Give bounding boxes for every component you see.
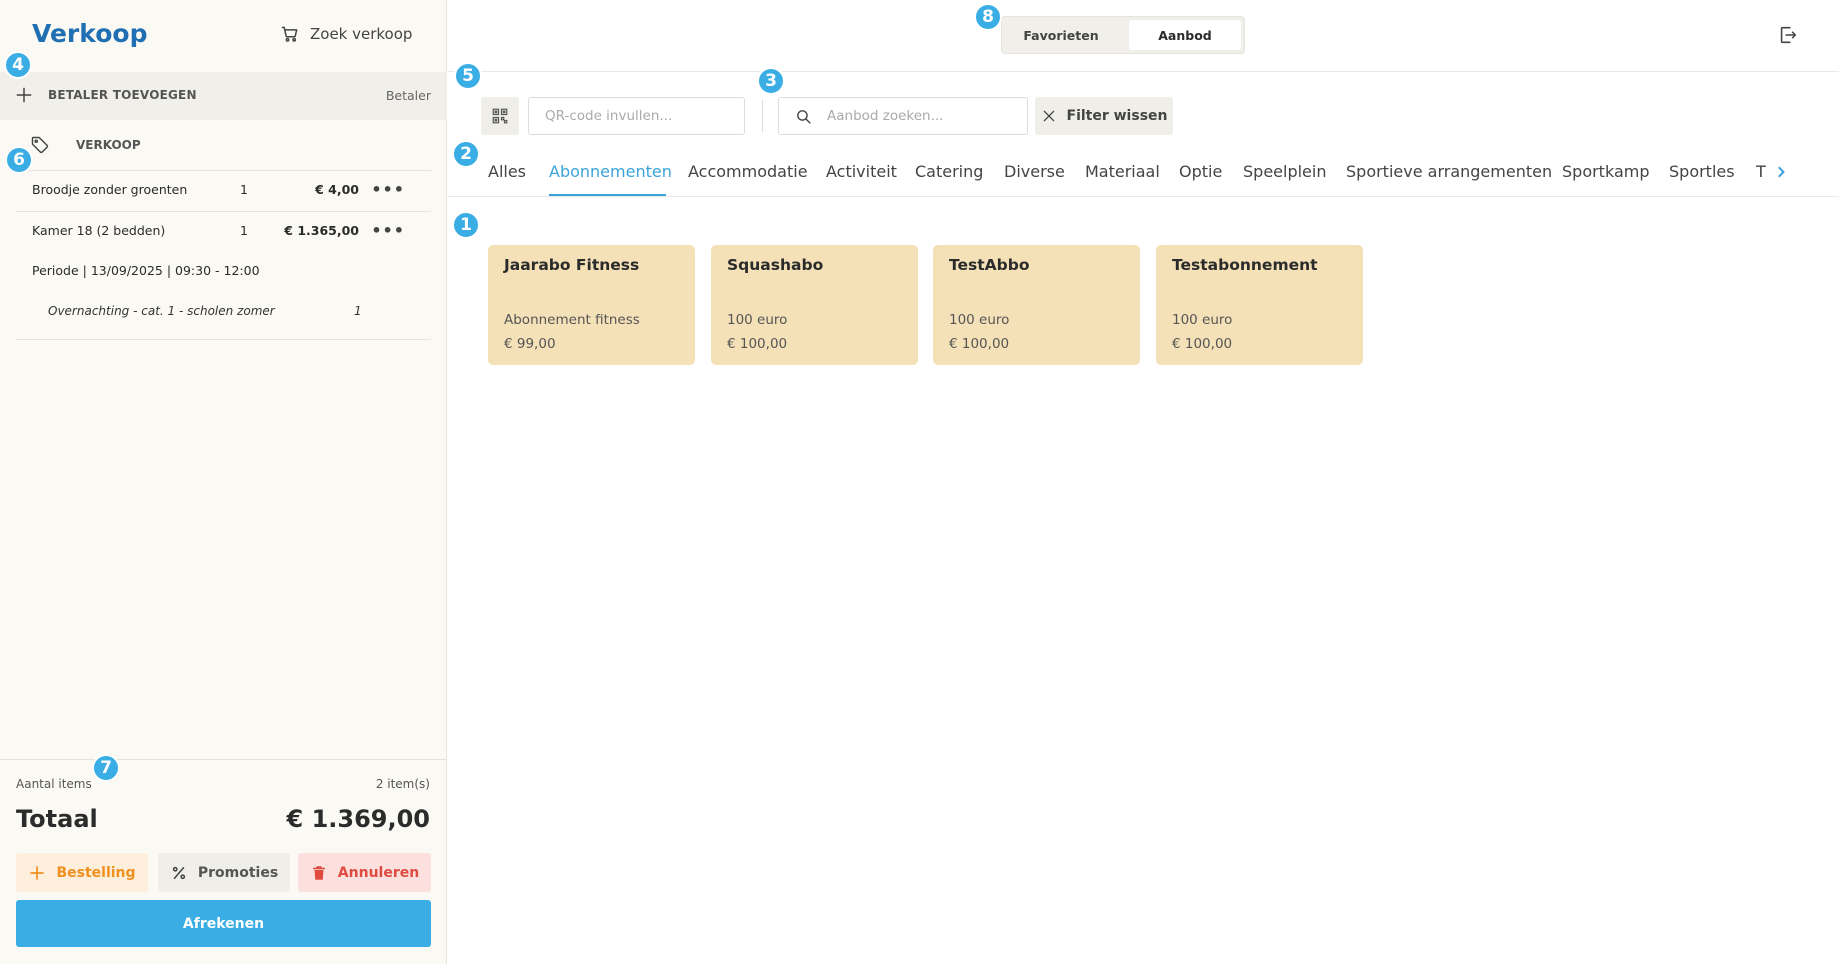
product-card[interactable]: TestAbbo 100 euro € 100,00 [933, 245, 1140, 365]
checkout-button[interactable]: Afrekenen [16, 900, 431, 947]
qr-code-icon [492, 108, 508, 124]
clear-filter-button[interactable]: Filter wissen [1035, 97, 1173, 135]
add-payer-label: BETALER TOEVOEGEN [48, 88, 197, 102]
plus-icon [16, 87, 32, 103]
cart-item[interactable]: Broodje zonder groenten 1 € 4,00 ••• [16, 170, 431, 210]
page-title: Verkoop [32, 19, 148, 48]
search-sale-label: Zoek verkoop [310, 25, 413, 43]
tab-favorites[interactable]: Favorieten [1005, 20, 1117, 50]
product-description: 100 euro [727, 312, 788, 328]
close-icon [1043, 110, 1054, 122]
plus-icon [30, 865, 45, 880]
cancel-button[interactable]: Annuleren [298, 853, 431, 892]
add-payer-bar[interactable]: BETALER TOEVOEGEN Betaler [0, 72, 447, 120]
product-price: € 99,00 [504, 336, 556, 352]
annotation-marker-1: 1 [452, 211, 480, 239]
category-tabs: Alles Abonnementen Accommodatie Activite… [448, 150, 1839, 197]
promotions-button[interactable]: Promoties [158, 853, 290, 892]
top-bar: Favorieten Aanbod [448, 0, 1839, 72]
product-title: Jaarabo Fitness [504, 256, 640, 274]
tab-catering[interactable]: Catering [915, 162, 983, 181]
cart-item-price: € 4,00 [315, 182, 359, 197]
search-sale-button[interactable]: Zoek verkoop [280, 24, 412, 44]
tab-materiaal[interactable]: Materiaal [1085, 162, 1160, 181]
order-label: Bestelling [56, 864, 136, 881]
annotation-marker-8: 8 [974, 3, 1002, 31]
product-description: 100 euro [949, 312, 1010, 328]
product-description: Abonnement fitness [504, 312, 640, 328]
total-label: Totaal [16, 805, 98, 833]
offer-search-field[interactable] [778, 97, 1028, 135]
total-value: € 1.369,00 [286, 805, 430, 833]
product-title: Testabonnement [1172, 256, 1318, 274]
product-price: € 100,00 [949, 336, 1010, 352]
logout-icon[interactable] [1777, 24, 1799, 46]
cart-item-qty: 1 [240, 223, 248, 238]
tab-optie[interactable]: Optie [1179, 162, 1222, 181]
item-count-label: Aantal items [16, 777, 92, 791]
product-card[interactable]: Jaarabo Fitness Abonnement fitness € 99,… [488, 245, 695, 365]
tab-alles[interactable]: Alles [488, 162, 526, 181]
order-button[interactable]: Bestelling [16, 853, 148, 892]
trash-icon [312, 865, 325, 880]
qr-scan-button[interactable] [481, 97, 519, 135]
cart-subitem-name: Overnachting - cat. 1 - scholen zomer [48, 304, 275, 318]
tab-sportles[interactable]: Sportles [1669, 162, 1735, 181]
tab-diverse[interactable]: Diverse [1004, 162, 1065, 181]
annotation-marker-5: 5 [454, 62, 482, 90]
cart-subitem-qty: 1 [354, 304, 362, 318]
tab-offer[interactable]: Aanbod [1129, 20, 1241, 50]
tab-activiteit[interactable]: Activiteit [826, 162, 897, 181]
cart-item-name: Kamer 18 (2 bedden) [32, 223, 166, 238]
product-price: € 100,00 [1172, 336, 1233, 352]
divider [16, 339, 431, 340]
annotation-marker-4: 4 [4, 51, 32, 79]
more-options-icon[interactable]: ••• [371, 221, 405, 240]
product-price: € 100,00 [727, 336, 788, 352]
cart-item-period: Periode | 13/09/2025 | 09:30 - 12:00 [32, 263, 260, 278]
annotation-marker-7: 7 [92, 754, 120, 782]
tab-sportieve-arrangementen[interactable]: Sportieve arrangementen [1346, 162, 1552, 181]
product-card[interactable]: Testabonnement 100 euro € 100,00 [1156, 245, 1363, 365]
payer-label: Betaler [385, 88, 431, 103]
tab-accommodatie[interactable]: Accommodatie [688, 162, 808, 181]
search-icon [797, 110, 811, 124]
tab-truncated[interactable]: T [1756, 162, 1766, 181]
more-options-icon[interactable]: ••• [371, 180, 405, 199]
cart-header: Verkoop Zoek verkoop [0, 0, 447, 70]
product-card[interactable]: Squashabo 100 euro € 100,00 [711, 245, 918, 365]
product-title: TestAbbo [949, 256, 1030, 274]
cart-panel: Verkoop Zoek verkoop BETALER TOEVOEGEN B… [0, 0, 447, 964]
cart-item-name: Broodje zonder groenten [32, 182, 188, 197]
annotation-marker-6: 6 [5, 146, 33, 174]
divider [762, 100, 763, 132]
cart-item-price: € 1.365,00 [284, 223, 359, 238]
sale-header: VERKOOP [0, 125, 447, 169]
annotation-marker-2: 2 [452, 140, 480, 168]
product-title: Squashabo [727, 256, 824, 274]
tab-abonnementen[interactable]: Abonnementen [549, 162, 672, 181]
clear-filter-label: Filter wissen [1066, 108, 1168, 124]
percent-icon [172, 866, 185, 879]
tag-icon [31, 136, 49, 154]
tab-speelplein[interactable]: Speelplein [1243, 162, 1326, 181]
tab-sportkamp[interactable]: Sportkamp [1562, 162, 1649, 181]
promotions-label: Promoties [197, 864, 279, 881]
view-toggle: Favorieten Aanbod [1001, 16, 1245, 54]
annotation-marker-3: 3 [757, 67, 785, 95]
sale-label: VERKOOP [76, 138, 141, 152]
divider [0, 759, 447, 760]
cancel-label: Annuleren [337, 864, 420, 881]
active-tab-indicator [549, 194, 666, 196]
cart-item-qty: 1 [240, 182, 248, 197]
offer-search-input[interactable] [827, 98, 1025, 134]
product-description: 100 euro [1172, 312, 1233, 328]
cart-item[interactable]: Kamer 18 (2 bedden) 1 € 1.365,00 ••• [16, 211, 431, 251]
cart-icon [281, 26, 298, 42]
chevron-right-icon[interactable] [1771, 162, 1791, 182]
qr-code-input[interactable] [528, 97, 745, 135]
item-count-value: 2 item(s) [375, 777, 430, 791]
